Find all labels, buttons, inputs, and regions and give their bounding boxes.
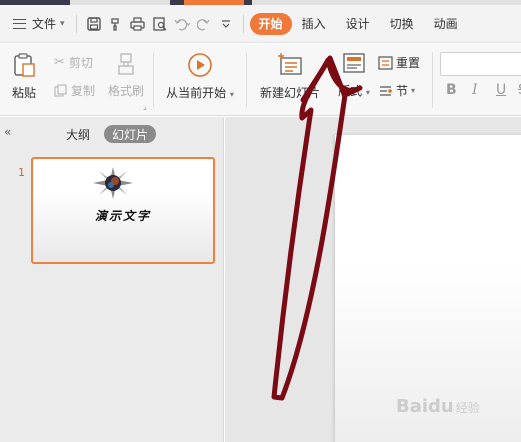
format-painter-button[interactable]: 格式刷: [108, 52, 144, 108]
collapse-panel-icon[interactable]: «: [4, 125, 11, 139]
paste-button[interactable]: 粘贴: [8, 52, 40, 108]
tab-animation[interactable]: 动画: [424, 13, 468, 35]
paste-label: 粘贴: [11, 86, 36, 100]
new-slide-icon: [278, 53, 302, 75]
divider: [246, 52, 247, 108]
scissors-icon: ✂: [54, 55, 65, 70]
layout-label: 版式: [338, 84, 363, 98]
cut-label: 剪切: [68, 56, 93, 70]
chevron-down-icon: ▾: [229, 90, 234, 99]
copy-button[interactable]: 复制: [54, 82, 95, 99]
tab-insert[interactable]: 插入: [292, 13, 336, 35]
save-icon[interactable]: [83, 13, 105, 35]
play-icon: [188, 53, 212, 77]
section-button[interactable]: 节 ▾: [378, 82, 415, 99]
copy-label: 复制: [71, 84, 96, 98]
compass-emblem-icon: [93, 167, 133, 199]
chevron-down-icon: ▾: [365, 88, 370, 97]
format-painter-label: 格式刷: [108, 84, 145, 98]
slide-panel: « 大纲 幻灯片 1 演示文字: [0, 117, 224, 442]
bold-button[interactable]: B: [446, 82, 457, 98]
slide-thumbnail[interactable]: 演示文字: [31, 157, 215, 264]
print-icon[interactable]: [127, 13, 149, 35]
watermark: Baidu 经验: [396, 396, 480, 417]
slide-title: 演示文字: [94, 209, 151, 223]
section-label: 节: [396, 84, 409, 98]
tab-outline[interactable]: 大纲: [58, 125, 98, 143]
customize-icon[interactable]: [215, 13, 237, 35]
play-from-current-label: 从当前开始: [166, 86, 227, 100]
reset-label: 重置: [396, 56, 421, 70]
format-painter-icon[interactable]: [105, 13, 127, 35]
cut-button[interactable]: ✂ 剪切: [54, 54, 93, 71]
slide-editing-canvas: [225, 117, 521, 442]
play-from-current-button[interactable]: 从当前开始 ▾: [162, 52, 238, 108]
ribbon: 粘贴 ✂ 剪切 复制 格式刷 ⌟ 从当前开始 ▾ 新建幻灯片 版式 ▾ 重置 节…: [0, 44, 521, 116]
slide-number: 1: [18, 166, 25, 179]
file-menu-label: 文件: [32, 17, 57, 31]
file-menu[interactable]: 文件 ▾: [0, 11, 70, 37]
undo-icon[interactable]: [171, 13, 193, 35]
italic-button[interactable]: I: [472, 82, 478, 98]
watermark-sub: 经验: [455, 401, 480, 415]
chevron-down-icon: ▾: [411, 86, 416, 95]
brush-icon: [118, 53, 134, 75]
tab-home[interactable]: 开始: [249, 12, 292, 35]
menubar: 文件 ▾ 开始 插入 设计 切换 动画: [0, 5, 521, 43]
tab-transitions[interactable]: 切换: [380, 13, 424, 35]
divider: [153, 52, 154, 108]
chevron-down-icon: ▾: [60, 18, 65, 29]
layout-button[interactable]: 版式 ▾: [336, 52, 372, 108]
layout-icon: [343, 53, 365, 73]
tab-slides[interactable]: 幻灯片: [104, 125, 157, 143]
reset-button[interactable]: 重置: [378, 54, 420, 71]
underline-button[interactable]: U: [496, 82, 506, 98]
font-name-field[interactable]: [440, 52, 521, 76]
redo-icon[interactable]: [193, 13, 215, 35]
reset-icon: [378, 55, 393, 70]
dialog-launcher-icon[interactable]: ⌟: [143, 102, 147, 111]
divider: [242, 14, 244, 33]
print-preview-icon[interactable]: [149, 13, 171, 35]
divider: [75, 14, 77, 33]
divider: [432, 52, 433, 108]
tab-design[interactable]: 设计: [336, 13, 380, 35]
new-slide-label: 新建幻灯片: [259, 86, 320, 100]
new-slide-button[interactable]: 新建幻灯片: [252, 52, 328, 108]
hamburger-icon: [13, 18, 26, 29]
section-icon: [380, 85, 392, 96]
copy-icon: [54, 84, 67, 97]
clipboard-icon: [14, 53, 35, 77]
watermark-text: Baidu: [396, 396, 454, 417]
